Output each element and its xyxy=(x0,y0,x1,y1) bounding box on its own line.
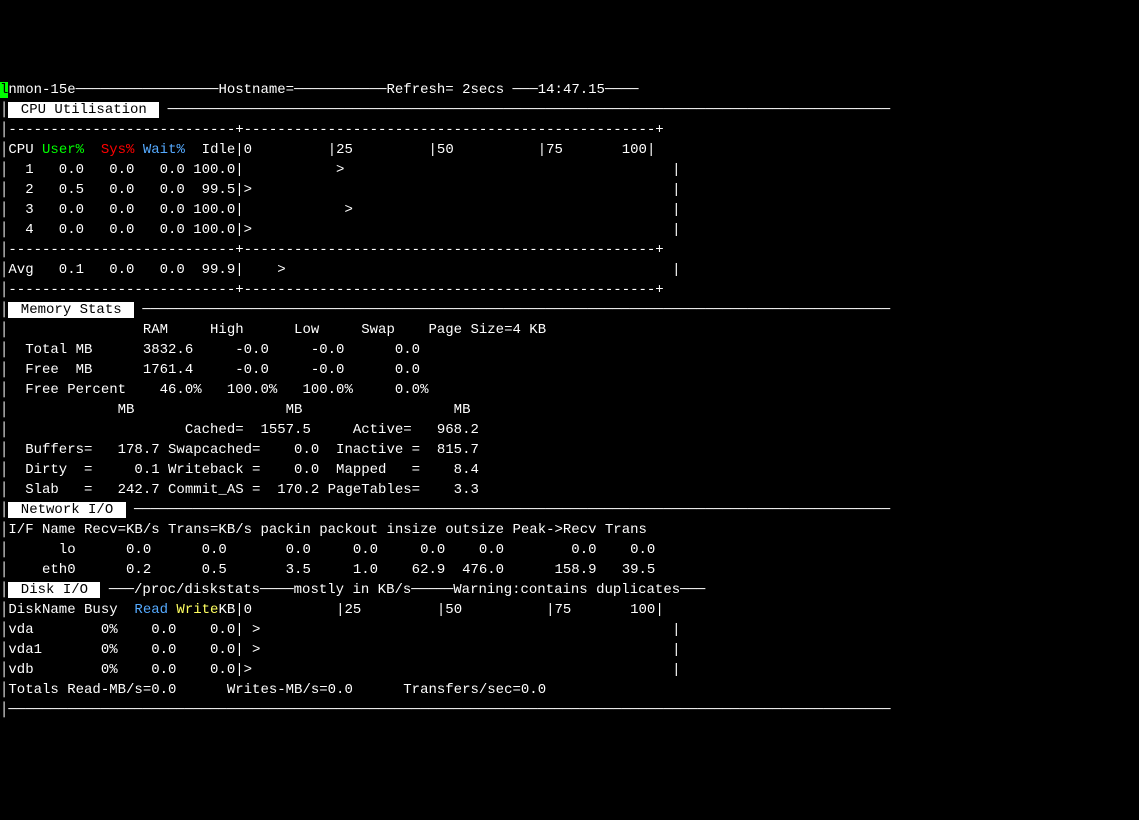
clock: 14:47.15 xyxy=(538,82,605,98)
terminal-output: lnmon-15e─────────────────Hostname=─────… xyxy=(0,80,1139,720)
refresh-label: Refresh= 2secs xyxy=(387,82,505,98)
hostname-label: Hostname= xyxy=(218,82,294,98)
program-name: nmon-15e xyxy=(8,82,75,98)
